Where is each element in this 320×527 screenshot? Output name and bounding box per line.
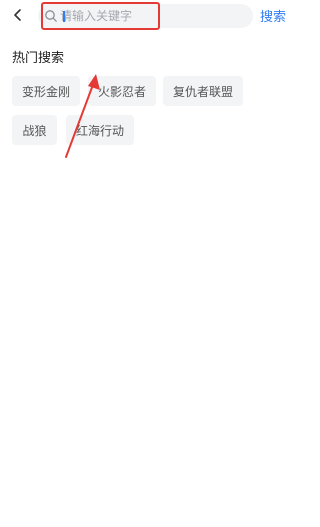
hot-search-tag[interactable]: 火影忍者 xyxy=(88,76,156,106)
hot-search-tag[interactable]: 红海行动 xyxy=(66,115,134,145)
search-icon xyxy=(45,10,57,22)
hot-search-tag[interactable]: 复仇者联盟 xyxy=(163,76,243,106)
chevron-left-icon xyxy=(14,9,21,21)
text-cursor xyxy=(63,11,65,22)
hot-search-tag[interactable]: 变形金刚 xyxy=(12,76,80,106)
back-button[interactable] xyxy=(8,5,28,25)
hot-search-tag[interactable]: 战狼 xyxy=(12,115,57,145)
search-button[interactable]: 搜索 xyxy=(260,6,286,25)
search-page: 搜索 热门搜索 变形金刚 火影忍者 复仇者联盟 战狼 红海行动 xyxy=(0,0,300,527)
search-bar[interactable] xyxy=(38,4,253,28)
hot-search-title: 热门搜索 xyxy=(12,51,65,66)
search-input[interactable] xyxy=(60,6,220,26)
